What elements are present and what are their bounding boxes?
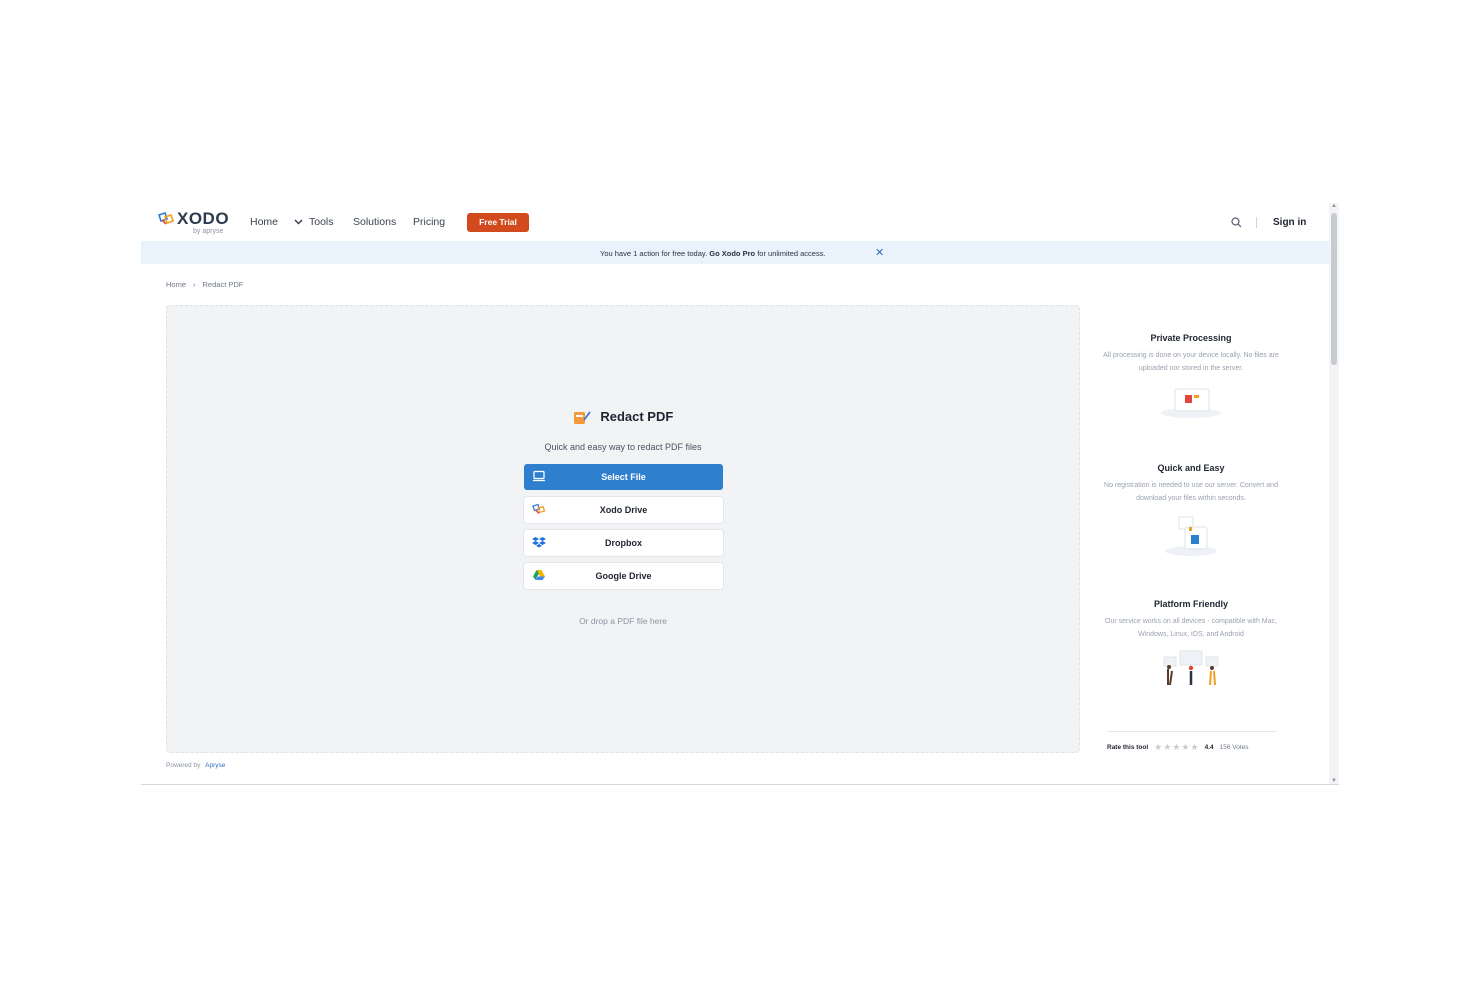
breadcrumb: Home › Redact PDF (166, 280, 243, 289)
nav-solutions[interactable]: Solutions (353, 216, 396, 228)
breadcrumb-home[interactable]: Home (166, 280, 186, 289)
nav-tools-label: Tools (309, 216, 334, 228)
header-divider (1256, 217, 1257, 228)
scroll-down-icon[interactable]: ▼ (1331, 778, 1337, 784)
star-icon[interactable]: ★ (1163, 742, 1171, 753)
breadcrumb-separator: › (193, 280, 196, 289)
scroll-up-icon[interactable]: ▲ (1331, 203, 1337, 209)
rate-tool-bar: Rate this tool ★ ★ ★ ★ ★ 4.4 156 Votes (1107, 731, 1277, 753)
chevron-down-icon (294, 219, 303, 225)
feature-text: All processing is done on your device lo… (1103, 352, 1279, 372)
google-drive-label: Google Drive (595, 571, 652, 581)
banner-text: You have 1 action for free today. Go Xod… (600, 249, 826, 258)
select-file-button[interactable]: Select File (524, 464, 723, 490)
search-icon[interactable] (1231, 217, 1242, 228)
scrollbar-thumb[interactable] (1331, 213, 1337, 365)
dropbox-label: Dropbox (605, 538, 642, 548)
close-icon[interactable]: ✕ (875, 246, 884, 259)
star-icon[interactable]: ★ (1181, 742, 1189, 753)
rate-tool-label: Rate this tool (1107, 744, 1149, 751)
free-action-banner: You have 1 action for free today. Go Xod… (141, 241, 1329, 264)
star-icon[interactable]: ★ (1154, 742, 1162, 753)
select-file-label: Select File (601, 472, 646, 482)
feature-private-processing: Private Processing All processing is don… (1101, 333, 1281, 419)
vertical-scrollbar[interactable]: ▲ ▼ (1329, 203, 1339, 784)
feature-platform-friendly: Platform Friendly Our service works on a… (1101, 599, 1281, 689)
go-pro-link[interactable]: Go Xodo Pro (709, 249, 755, 258)
nav-home[interactable]: Home (250, 216, 278, 228)
file-drop-zone[interactable]: Redact PDF Quick and easy way to redact … (166, 305, 1080, 753)
banner-text-before: You have 1 action for free today. (600, 249, 708, 258)
xodo-logo-icon (157, 211, 175, 225)
apryse-link[interactable]: Apryse (205, 762, 225, 769)
xodo-drive-button[interactable]: Xodo Drive (524, 497, 723, 523)
xodo-drive-label: Xodo Drive (599, 505, 648, 515)
tool-title: Redact PDF (167, 409, 1079, 426)
powered-by-label: Powered by (166, 762, 201, 769)
logo-text: XODO (177, 209, 230, 228)
browser-page: XODO by apryse Home Tools Solutions Pric… (141, 203, 1339, 785)
nav-pricing[interactable]: Pricing (413, 216, 445, 228)
free-trial-button[interactable]: Free Trial (467, 213, 529, 232)
banner-text-after: for unlimited access. (757, 249, 826, 258)
feature-quick-and-easy: Quick and Easy No registration is needed… (1101, 463, 1281, 557)
private-processing-illustration-icon (1161, 388, 1221, 418)
star-icon[interactable]: ★ (1172, 742, 1180, 753)
rating-score: 4.4 (1204, 744, 1214, 751)
redact-pdf-icon (573, 411, 591, 424)
rating-votes: 156 Votes (1219, 744, 1249, 751)
feature-title: Quick and Easy (1157, 463, 1225, 473)
platform-friendly-illustration-icon (1163, 650, 1219, 686)
rating-stars[interactable]: ★ ★ ★ ★ ★ (1154, 742, 1198, 753)
feature-text: Our service works on all devices - compa… (1105, 618, 1277, 638)
drop-hint-text: Or drop a PDF file here (579, 616, 667, 626)
feature-title: Private Processing (1150, 333, 1232, 343)
tool-title-text: Redact PDF (600, 409, 674, 424)
tool-subtitle: Quick and easy way to redact PDF files (544, 442, 702, 452)
dropbox-button[interactable]: Dropbox (524, 530, 723, 556)
sign-in-link[interactable]: Sign in (1273, 217, 1306, 228)
quick-and-easy-illustration-icon (1165, 516, 1217, 556)
google-drive-button[interactable]: Google Drive (524, 563, 723, 589)
feature-title: Platform Friendly (1153, 599, 1228, 609)
logo-subtitle: by apryse (193, 228, 224, 235)
star-icon[interactable]: ★ (1190, 742, 1198, 753)
xodo-logo[interactable]: XODO by apryse (157, 209, 230, 237)
nav-tools[interactable]: Tools (294, 216, 334, 228)
top-navbar: XODO by apryse Home Tools Solutions Pric… (141, 203, 1329, 241)
breadcrumb-current: Redact PDF (202, 280, 244, 289)
feature-text: No registration is needed to use our ser… (1104, 482, 1278, 502)
powered-by: Powered by Apryse (166, 762, 225, 769)
